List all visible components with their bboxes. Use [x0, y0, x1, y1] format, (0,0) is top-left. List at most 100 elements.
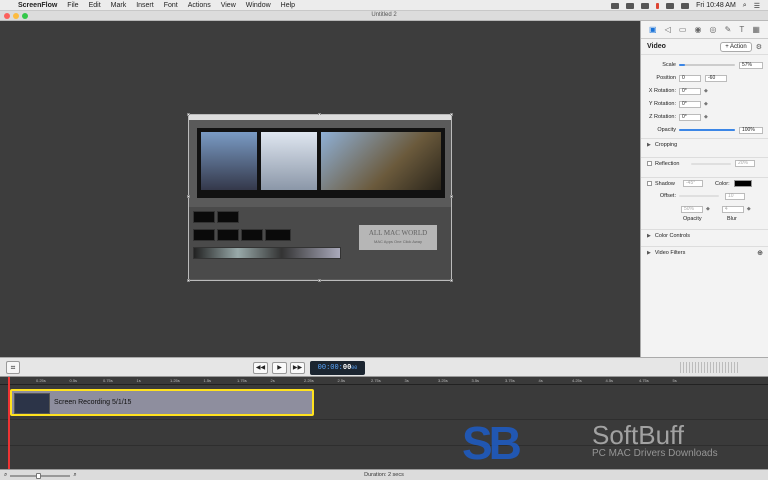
recorded-preview	[197, 128, 445, 198]
stepper-icon[interactable]: ◆	[704, 101, 708, 107]
thumbnail	[193, 229, 215, 241]
z-rotation-field[interactable]: 0°	[679, 113, 701, 121]
menu-window[interactable]: Window	[246, 2, 271, 9]
annotation-tab-icon[interactable]: ✎	[725, 25, 732, 34]
timeline-ruler[interactable]: 0.25s 0.5s 0.75s 1s 1.25s 1.5s 1.75s 2s 2.25s 2.5…	[0, 377, 768, 385]
add-filter-icon[interactable]: ⊕	[757, 249, 763, 257]
playhead[interactable]	[8, 377, 10, 469]
x-rotation-field[interactable]: 0°	[679, 87, 701, 95]
video-filters-section[interactable]: ▶ Video Filters ⊕	[641, 246, 768, 258]
disclosure-icon: ▶	[647, 232, 651, 239]
stepper-icon[interactable]: ◆	[747, 206, 751, 212]
ruler-tick: 0.75s	[103, 378, 113, 383]
position-row: Position 0 -60	[641, 73, 768, 83]
canvas[interactable]: ALL MAC WORLD MAC Apps One Click Away	[0, 21, 640, 357]
resize-handle[interactable]	[450, 195, 453, 198]
thumbnail	[241, 229, 263, 241]
ruler-tick: 4.5s	[605, 378, 614, 383]
touch-tab-icon[interactable]: ◎	[710, 25, 717, 34]
shadow-labels-row: Opacity Blur	[683, 216, 737, 222]
color-controls-section[interactable]: ▶ Color Controls	[641, 229, 768, 241]
wifi-icon[interactable]	[666, 2, 675, 9]
y-rotation-field[interactable]: 0°	[679, 100, 701, 108]
record-icon[interactable]	[656, 2, 660, 9]
scale-slider[interactable]	[679, 64, 735, 66]
app-menu[interactable]: ScreenFlow	[18, 2, 57, 9]
stepper-icon[interactable]: ◆	[704, 88, 708, 94]
filmstrip	[193, 247, 341, 259]
opacity-slider[interactable]	[679, 129, 735, 131]
camera-icon[interactable]	[626, 2, 635, 9]
menu-view[interactable]: View	[221, 2, 236, 9]
position-y-field[interactable]: -60	[705, 74, 727, 82]
menu-insert[interactable]: Insert	[136, 2, 154, 9]
video-tab-icon[interactable]: ▣	[649, 25, 657, 34]
media-tab-icon[interactable]: ▦	[752, 25, 760, 34]
menu-edit[interactable]: Edit	[89, 2, 101, 9]
battery-icon[interactable]	[681, 2, 690, 9]
blur-field[interactable]: 4	[721, 205, 744, 213]
photo-thumbnail	[321, 132, 441, 190]
resize-handle[interactable]	[187, 279, 190, 282]
scale-field[interactable]: 57%	[739, 61, 763, 69]
offset-field[interactable]: 10	[725, 192, 745, 200]
disclosure-icon: ▶	[647, 249, 651, 256]
ruler-tick: 3s	[404, 378, 409, 383]
clock[interactable]: Fri 10:48 AM	[696, 2, 736, 9]
play-button[interactable]: ▶	[272, 362, 287, 374]
scale-row: Scale 57%	[641, 60, 768, 70]
reflection-field[interactable]: 20%	[735, 160, 755, 167]
shadow-checkbox[interactable]	[647, 181, 652, 186]
cropping-section[interactable]: ▶ Cropping	[641, 138, 768, 150]
shadow-angle-field[interactable]: -45°	[683, 180, 703, 187]
offset-row: Offset: 10	[641, 191, 768, 201]
audio-tab-icon[interactable]: ◁	[665, 25, 671, 34]
resize-handle[interactable]	[450, 279, 453, 282]
ruler-tick: 2s	[270, 378, 275, 383]
screen-tab-icon[interactable]: ▭	[679, 25, 687, 34]
stepper-icon[interactable]: ◆	[706, 206, 710, 212]
shadow-row: Shadow -45° Color:	[641, 177, 768, 189]
section-title: Video	[647, 43, 666, 50]
gear-icon[interactable]: ⚙	[756, 43, 762, 51]
clip-name: Screen Recording 5/1/15	[54, 399, 132, 406]
resize-handle[interactable]	[187, 195, 190, 198]
search-icon[interactable]: ⌕	[743, 2, 747, 10]
reflection-checkbox[interactable]	[647, 161, 652, 166]
video-frame[interactable]: ALL MAC WORLD MAC Apps One Click Away	[187, 113, 453, 282]
ruler-tick: 5s	[672, 378, 677, 383]
menu-font[interactable]: Font	[164, 2, 178, 9]
shadow-color-well[interactable]	[733, 180, 752, 187]
menu-actions[interactable]: Actions	[188, 2, 211, 9]
reflection-row: Reflection 20%	[641, 157, 768, 169]
ruler-tick: 3.5s	[471, 378, 480, 383]
stepper-icon[interactable]: ◆	[704, 114, 708, 120]
watermark: ALL MAC WORLD MAC Apps One Click Away	[359, 225, 437, 250]
offset-slider[interactable]	[679, 195, 719, 197]
text-tab-icon[interactable]: T	[739, 25, 744, 34]
list-icon[interactable]: ☰	[754, 2, 760, 10]
clip-thumbnail	[14, 393, 50, 414]
menu-file[interactable]: File	[67, 2, 78, 9]
callout-tab-icon[interactable]: ◉	[695, 25, 702, 34]
position-x-field[interactable]: 0	[679, 74, 701, 82]
add-action-button[interactable]: + Action	[720, 41, 752, 52]
menu-mark[interactable]: Mark	[111, 2, 127, 9]
menu-help[interactable]: Help	[281, 2, 295, 9]
timeline-clip[interactable]: Screen Recording 5/1/15	[10, 389, 314, 416]
crop-icon[interactable]: ⌗	[6, 361, 20, 374]
softbuff-watermark: SB SoftBuff PC MAC Drivers Downloads	[462, 410, 768, 470]
rewind-button[interactable]: ◀◀	[253, 362, 268, 374]
recorded-menubar	[189, 115, 451, 120]
reflection-slider[interactable]	[691, 162, 731, 165]
airplay-icon[interactable]	[641, 2, 650, 9]
menu-bar: ScreenFlow File Edit Mark Insert Font Ac…	[0, 0, 768, 11]
duration-label: Duration: 2 secs	[364, 472, 404, 478]
screen-icon[interactable]	[611, 2, 620, 9]
z-rotation-row: Z Rotation: 0° ◆	[649, 113, 708, 121]
fast-forward-button[interactable]: ▶▶	[290, 362, 305, 374]
opacity-field[interactable]: 100%	[739, 126, 763, 134]
shadow-opacity-field[interactable]: 50%	[681, 205, 703, 213]
resize-handle[interactable]	[318, 279, 321, 282]
audio-meter	[680, 362, 740, 373]
